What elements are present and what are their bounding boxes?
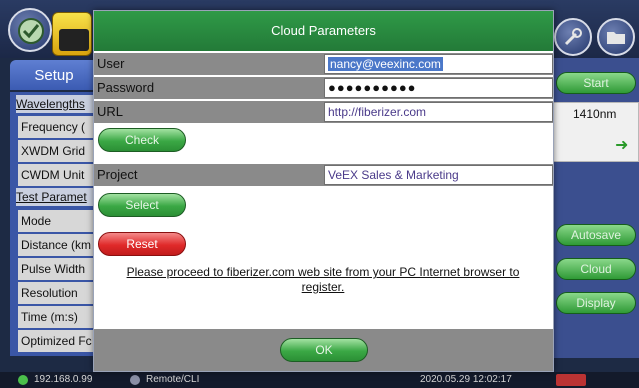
remote-status: Remote/CLI — [146, 374, 200, 385]
wrench-icon — [564, 28, 582, 46]
autosave-button[interactable]: Autosave — [556, 224, 636, 246]
project-row: Project VeEX Sales & Marketing — [94, 164, 553, 186]
check-button[interactable]: Check — [98, 128, 186, 152]
module-icon — [59, 29, 89, 51]
sidebar-item-pulse-width[interactable]: Pulse Width — [18, 258, 102, 280]
tab-setup[interactable]: Setup — [10, 60, 98, 90]
tools-button[interactable] — [554, 18, 592, 56]
select-button[interactable]: Select — [98, 193, 186, 217]
date-time: 2020.05.29 12:02:17 — [420, 374, 512, 385]
setup-parameter-list: Wavelengths Frequency ( XWDM Grid CWDM U… — [10, 92, 102, 356]
sidebar-item-resolution[interactable]: Resolution — [18, 282, 102, 304]
section-wavelengths: Wavelengths — [16, 95, 102, 113]
user-value: nancy@veexinc.com — [328, 57, 443, 71]
status-bar: 192.168.0.99 Remote/CLI 2020.05.29 12:02… — [0, 372, 639, 388]
user-label: User — [97, 56, 125, 71]
network-status-icon — [18, 375, 28, 385]
remote-icon — [130, 375, 140, 385]
project-field[interactable]: VeEX Sales & Marketing — [324, 165, 553, 185]
user-field[interactable]: nancy@veexinc.com — [324, 54, 553, 74]
sidebar-item-time[interactable]: Time (m:s) — [18, 306, 102, 328]
sidebar-item-cwdm-unit[interactable]: CWDM Unit — [18, 164, 102, 186]
folder-button[interactable] — [597, 18, 635, 56]
url-row: URL http://fiberizer.com — [94, 101, 553, 123]
home-button[interactable] — [8, 8, 52, 52]
sidebar-item-xwdm-grid[interactable]: XWDM Grid — [18, 140, 102, 162]
password-field[interactable]: ●●●●●●●●●● — [324, 78, 553, 98]
refresh-arrow-icon[interactable]: ➜ — [615, 135, 628, 155]
sidebar-item-frequency[interactable]: Frequency ( — [18, 116, 102, 138]
project-label: Project — [97, 167, 138, 182]
register-notice: Please proceed to fiberizer.com web site… — [126, 265, 520, 294]
dialog-footer: OK — [94, 329, 553, 371]
sidebar-item-distance[interactable]: Distance (km — [18, 234, 102, 256]
url-field[interactable]: http://fiberizer.com — [324, 102, 553, 122]
section-test-parameters: Test Paramet — [16, 188, 102, 206]
ip-address: 192.168.0.99 — [34, 374, 93, 385]
password-label: Password — [97, 80, 155, 95]
sidebar-item-optimized-for[interactable]: Optimized Fc — [18, 330, 102, 352]
reset-button[interactable]: Reset — [98, 232, 186, 256]
wavelength-display: 1410nm ➜ — [552, 102, 639, 162]
url-label: URL — [97, 104, 124, 119]
battery-icon — [556, 374, 586, 386]
wavelength-value: 1410nm — [573, 107, 617, 121]
cloud-button[interactable]: Cloud — [556, 258, 636, 280]
start-button[interactable]: Start — [556, 72, 636, 94]
sidebar-item-mode[interactable]: Mode — [18, 210, 102, 232]
home-icon — [18, 18, 44, 44]
cloud-parameters-dialog: Cloud Parameters User nancy@veexinc.com … — [93, 10, 554, 372]
dialog-title: Cloud Parameters — [94, 11, 553, 51]
module-tile-button[interactable] — [52, 12, 92, 56]
ok-button[interactable]: OK — [280, 338, 368, 362]
display-button[interactable]: Display — [556, 292, 636, 314]
folder-icon — [607, 32, 625, 44]
user-row: User nancy@veexinc.com — [94, 53, 553, 75]
password-row: Password ●●●●●●●●●● — [94, 77, 553, 99]
